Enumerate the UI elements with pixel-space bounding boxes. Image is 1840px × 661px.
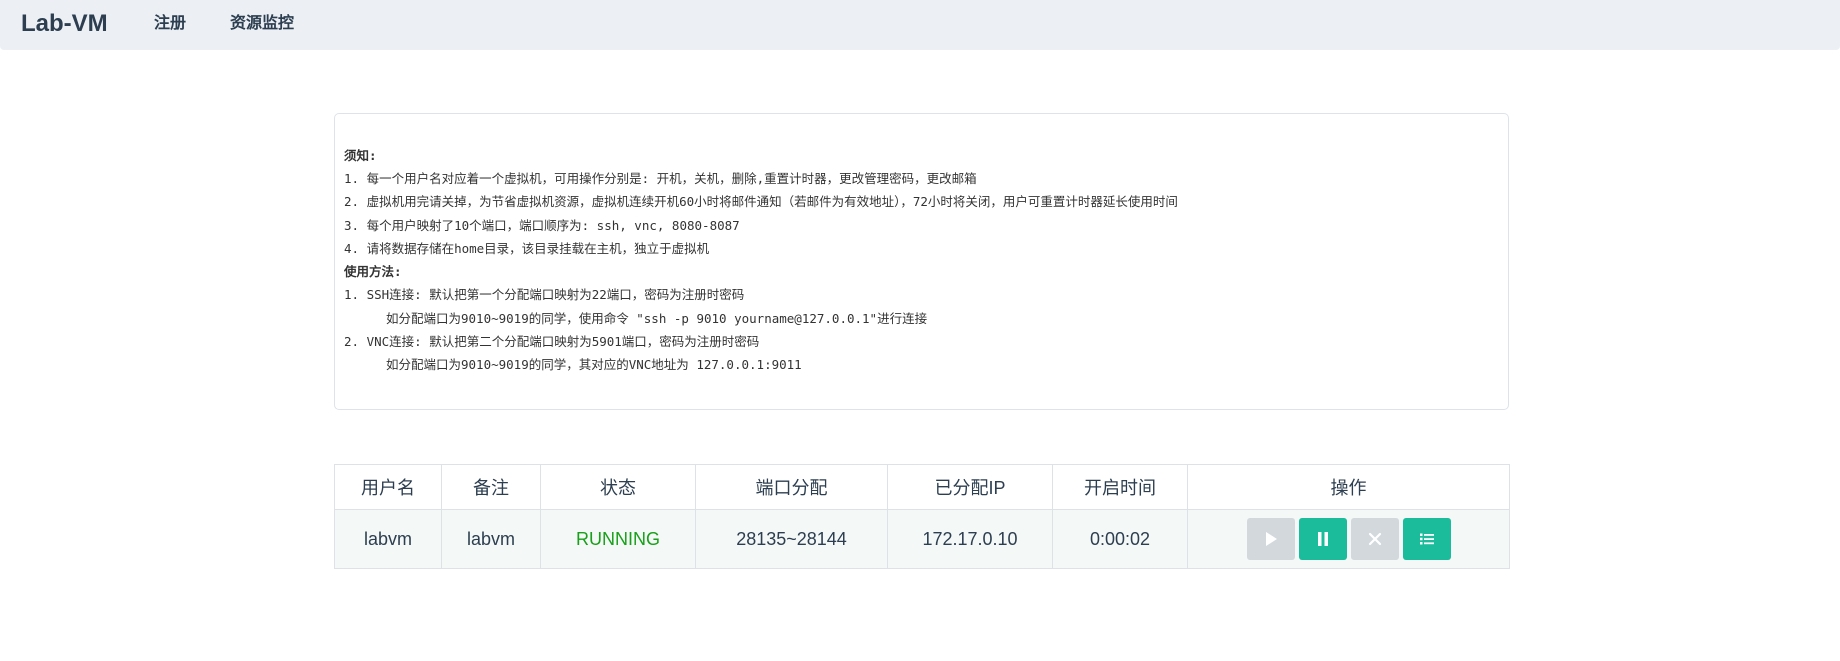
delete-button[interactable] bbox=[1350, 518, 1399, 560]
notice-line: 2. 虚拟机用完请关掉，为节省虚拟机资源，虚拟机连续开机60小时将邮件通知（若邮… bbox=[344, 194, 1178, 209]
cell-ip: 172.17.0.10 bbox=[887, 509, 1053, 569]
notice-line: 3. 每个用户映射了10个端口，端口顺序为: ssh, vnc, 8080-80… bbox=[344, 218, 740, 233]
notice-panel: 须知: 1. 每一个用户名对应着一个虚拟机，可用操作分别是: 开机，关机，删除,… bbox=[334, 113, 1509, 410]
cell-note: labvm bbox=[441, 509, 541, 569]
usage-heading: 使用方法: bbox=[344, 264, 402, 279]
usage-line: 2. VNC连接: 默认把第二个分配端口映射为5901端口，密码为注册时密码 bbox=[344, 334, 760, 349]
pause-icon bbox=[1317, 532, 1328, 546]
close-icon bbox=[1368, 532, 1381, 546]
nav-link-resource-monitor[interactable]: 资源监控 bbox=[230, 14, 294, 34]
brand-logo[interactable]: Lab-VM bbox=[21, 9, 108, 39]
cell-uptime: 0:00:02 bbox=[1052, 509, 1188, 569]
column-header-uptime: 开启时间 bbox=[1052, 464, 1188, 510]
cell-ports: 28135~28144 bbox=[695, 509, 888, 569]
play-icon bbox=[1265, 532, 1277, 546]
table-header-row: 用户名 备注 状态 端口分配 已分配IP 开启时间 操作 bbox=[334, 464, 1510, 510]
notice-line: 4. 请将数据存储在home目录，该目录挂载在主机，独立于虚拟机 bbox=[344, 241, 710, 256]
details-button[interactable] bbox=[1402, 518, 1451, 560]
table-row: labvm labvm RUNNING 28135~28144 172.17.0… bbox=[334, 509, 1510, 569]
usage-line: 如分配端口为9010~9019的同学，其对应的VNC地址为 127.0.0.1:… bbox=[386, 357, 802, 372]
cell-actions bbox=[1187, 509, 1510, 569]
status-badge: RUNNING bbox=[540, 509, 696, 569]
column-header-actions: 操作 bbox=[1187, 464, 1510, 510]
usage-line: 1. SSH连接: 默认把第一个分配端口映射为22端口，密码为注册时密码 bbox=[344, 287, 745, 302]
pause-button[interactable] bbox=[1298, 518, 1347, 560]
nav-link-register[interactable]: 注册 bbox=[154, 14, 186, 34]
cell-username: labvm bbox=[334, 509, 442, 569]
column-header-status: 状态 bbox=[540, 464, 696, 510]
usage-line: 如分配端口为9010~9019的同学，使用命令 "ssh -p 9010 you… bbox=[386, 311, 928, 326]
start-button[interactable] bbox=[1246, 518, 1295, 560]
notice-line: 1. 每一个用户名对应着一个虚拟机，可用操作分别是: 开机，关机，删除,重置计时… bbox=[344, 171, 977, 186]
column-header-note: 备注 bbox=[441, 464, 541, 510]
column-header-username: 用户名 bbox=[334, 464, 442, 510]
action-button-group bbox=[1188, 518, 1509, 560]
column-header-ip: 已分配IP bbox=[887, 464, 1053, 510]
column-header-ports: 端口分配 bbox=[695, 464, 888, 510]
list-icon bbox=[1419, 533, 1434, 545]
vm-table: 用户名 备注 状态 端口分配 已分配IP 开启时间 操作 labvm labvm… bbox=[334, 464, 1510, 569]
notice-heading: 须知: bbox=[344, 148, 377, 163]
navbar: Lab-VM 注册 资源监控 bbox=[0, 0, 1840, 50]
